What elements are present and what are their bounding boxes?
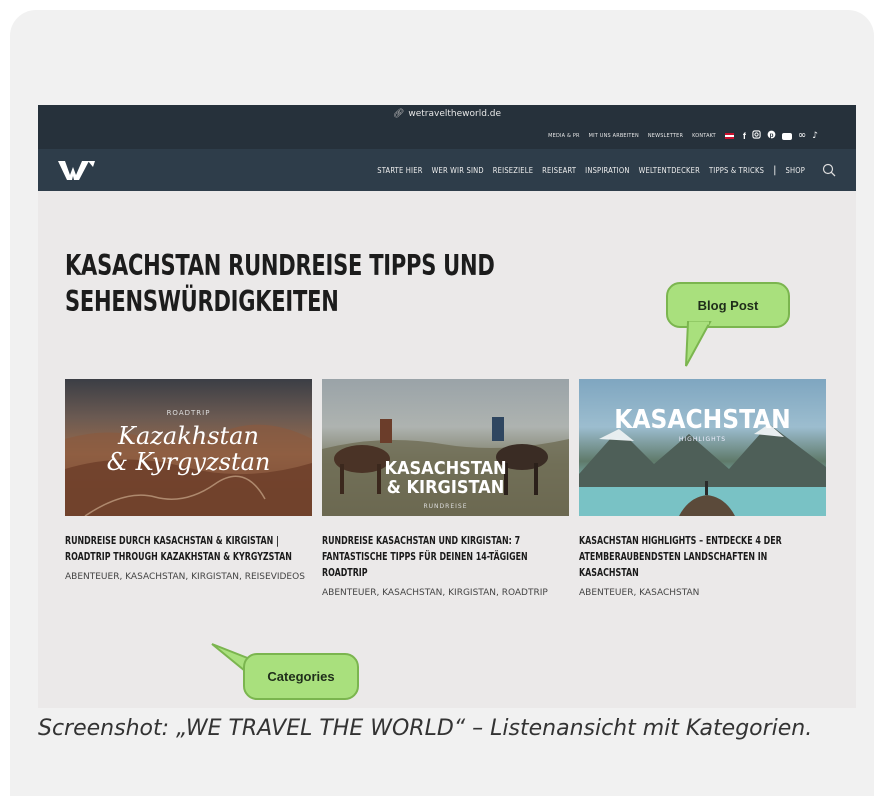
- thumb-headline-line-1: Kazakhstan: [118, 422, 259, 450]
- infinity-icon[interactable]: ∞: [798, 131, 806, 141]
- nav-separator: |: [773, 164, 777, 176]
- page-title-line-2: SEHENSWÜRDIGKEITEN: [65, 285, 339, 318]
- tiktok-icon[interactable]: ♪: [812, 131, 818, 141]
- post-categories[interactable]: ABENTEUER, KASACHSTAN, KIRGISTAN, ROADTR…: [322, 586, 582, 601]
- post-thumbnail[interactable]: KASACHSTAN & KIRGISTAN RUNDREISE: [322, 379, 569, 516]
- top-menu-media[interactable]: MEDIA & PR: [548, 133, 579, 139]
- facebook-icon[interactable]: f: [743, 131, 746, 141]
- page-title: KASACHSTAN RUNDREISE TIPPS UND SEHENSWÜR…: [65, 248, 590, 320]
- nav-wer-wir-sind[interactable]: WER WIR SIND: [432, 166, 484, 175]
- thumb-headline: Kazakhstan & Kyrgyzstan: [65, 423, 312, 475]
- figure-caption: Screenshot: „WE TRAVEL THE WORLD“ – List…: [38, 716, 813, 741]
- nav-shop[interactable]: SHOP: [785, 166, 805, 175]
- categories-annotation-text: Categories: [267, 669, 335, 684]
- nav-items: STARTE HIER WER WIR SIND REISEZIELE REIS…: [377, 149, 836, 191]
- thumb-headline: KASACHSTAN & KIRGISTAN: [322, 459, 569, 497]
- post-thumbnail[interactable]: KASACHSTAN HIGHLIGHTS: [579, 379, 826, 516]
- site-logo[interactable]: [58, 159, 96, 181]
- top-menu: MEDIA & PR MIT UNS ARBEITEN NEWSLETTER K…: [38, 123, 856, 149]
- top-menu-newsletter[interactable]: NEWSLETTER: [648, 133, 683, 139]
- blog-post-annotation-text: Blog Post: [697, 297, 759, 313]
- nav-starte-hier[interactable]: STARTE HIER: [377, 166, 422, 175]
- nav-inspiration[interactable]: INSPIRATION: [585, 166, 629, 175]
- nav-reiseart[interactable]: REISEART: [542, 166, 576, 175]
- page-title-line-1: KASACHSTAN RUNDREISE TIPPS UND: [65, 249, 495, 282]
- blog-post-annotation-pointer: [685, 321, 712, 367]
- blog-post-card[interactable]: KASACHSTAN HIGHLIGHTS KASACHSTAN HIGHLIG…: [579, 379, 826, 601]
- thumb-headline: KASACHSTAN: [614, 405, 791, 435]
- blog-post-card[interactable]: ROADTRIP Kazakhstan & Kyrgyzstan RUNDREI…: [65, 379, 312, 585]
- thumb-kicker: RUNDREISE: [423, 503, 468, 510]
- thumb-headline-line-2: & KIRGISTAN: [386, 477, 505, 498]
- search-icon[interactable]: [822, 163, 836, 177]
- social-icons: f p ∞ ♪: [743, 130, 818, 142]
- lake-landscape: [579, 424, 826, 516]
- website-screenshot: 🔗︎ wetraveltheworld.de MEDIA & PR MIT UN…: [38, 105, 856, 708]
- post-categories[interactable]: ABENTEUER, KASACHSTAN: [579, 586, 839, 601]
- nav-reiseziele[interactable]: REISEZIELE: [493, 166, 533, 175]
- url-text: wetraveltheworld.de: [408, 109, 502, 119]
- main-navigation: STARTE HIER WER WIR SIND REISEZIELE REIS…: [38, 149, 856, 191]
- post-title[interactable]: RUNDREISE KASACHSTAN UND KIRGISTAN: 7 FA…: [322, 533, 562, 581]
- top-menu-contact[interactable]: KONTAKT: [692, 133, 716, 139]
- link-icon: 🔗︎: [392, 109, 405, 119]
- youtube-icon[interactable]: [781, 132, 792, 140]
- categories-annotation: Categories: [243, 653, 359, 700]
- post-title[interactable]: KASACHSTAN HIGHLIGHTS – ENTDECKE 4 DER A…: [579, 533, 819, 581]
- nav-weltentdecker[interactable]: WELTENTDECKER: [639, 166, 700, 175]
- thumb-kicker: HIGHLIGHTS: [678, 436, 727, 443]
- thumb-headline-line-1: KASACHSTAN: [384, 458, 507, 479]
- thumb-headline-line-2: & Kyrgyzstan: [106, 448, 271, 476]
- instagram-icon[interactable]: [752, 130, 761, 142]
- blog-post-card[interactable]: KASACHSTAN & KIRGISTAN RUNDREISE RUNDREI…: [322, 379, 569, 601]
- top-menu-work-with-us[interactable]: MIT UNS ARBEITEN: [589, 133, 639, 139]
- svg-text:p: p: [769, 132, 773, 139]
- pinterest-icon[interactable]: p: [767, 130, 776, 142]
- address-bar[interactable]: 🔗︎ wetraveltheworld.de: [38, 105, 856, 123]
- post-thumbnail[interactable]: ROADTRIP Kazakhstan & Kyrgyzstan: [65, 379, 312, 516]
- nav-tipps-tricks[interactable]: TIPPS & TRICKS: [709, 166, 764, 175]
- thumb-kicker: ROADTRIP: [166, 409, 211, 417]
- uk-flag-icon[interactable]: [724, 133, 734, 139]
- post-title[interactable]: RUNDREISE DURCH KASACHSTAN & KIRGISTAN |…: [65, 533, 305, 565]
- post-categories[interactable]: ABENTEUER, KASACHSTAN, KIRGISTAN, REISEV…: [65, 570, 325, 585]
